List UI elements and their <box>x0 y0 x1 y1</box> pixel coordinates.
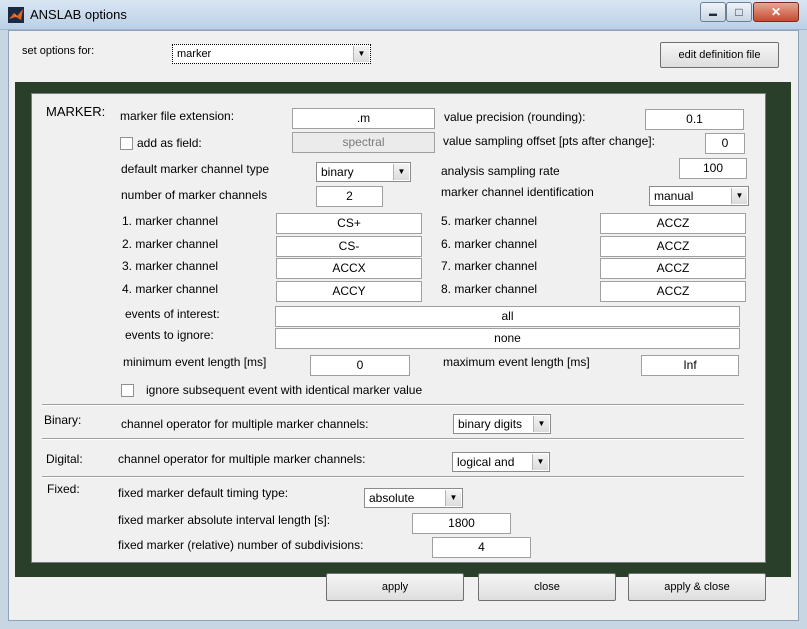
marker-file-extension-label: marker file extension: <box>120 109 235 123</box>
maximum-event-length-input[interactable]: Inf <box>641 355 739 376</box>
fixed-section-label: Fixed: <box>47 482 80 496</box>
chevron-down-icon: ▼ <box>393 164 409 180</box>
binary-operator-value: binary digits <box>458 417 523 431</box>
set-options-label: set options for: <box>22 45 95 57</box>
close-window-button[interactable]: ✕ <box>753 2 799 22</box>
ignore-subsequent-checkbox[interactable] <box>121 384 134 397</box>
marker-section-label: MARKER: <box>46 104 106 119</box>
marker-channel-1-input[interactable]: CS+ <box>276 213 422 234</box>
marker-channel-6-label: 6. marker channel <box>441 237 538 251</box>
section-divider <box>42 404 744 406</box>
number-of-marker-channels-label: number of marker channels <box>121 188 268 202</box>
chevron-down-icon: ▼ <box>533 416 549 432</box>
value-sampling-offset-input[interactable]: 0 <box>705 133 745 154</box>
digital-operator-label: channel operator for multiple marker cha… <box>118 452 366 466</box>
fixed-timing-type-label: fixed marker default timing type: <box>118 486 289 500</box>
chevron-down-icon: ▼ <box>532 454 548 470</box>
fixed-timing-type-value: absolute <box>369 491 415 505</box>
digital-operator-dropdown[interactable]: logical and ▼ <box>452 452 550 472</box>
chevron-down-icon: ▼ <box>353 46 369 62</box>
fixed-interval-length-input[interactable]: 1800 <box>412 513 511 534</box>
fixed-interval-length-label: fixed marker absolute interval length [s… <box>118 513 331 527</box>
chevron-down-icon: ▼ <box>445 490 461 506</box>
add-as-field-checkbox[interactable] <box>120 137 133 150</box>
marker-channel-3-input[interactable]: ACCX <box>276 258 422 279</box>
marker-channel-2-label: 2. marker channel <box>122 237 219 251</box>
section-divider <box>42 476 744 478</box>
matlab-logo-icon <box>8 7 24 23</box>
binary-operator-dropdown[interactable]: binary digits ▼ <box>453 414 551 434</box>
minimum-event-length-label: minimum event length [ms] <box>123 355 267 369</box>
section-divider <box>42 438 744 440</box>
value-precision-label: value precision (rounding): <box>444 110 586 124</box>
marker-channel-6-input[interactable]: ACCZ <box>600 236 746 257</box>
marker-channel-8-input[interactable]: ACCZ <box>600 281 746 302</box>
close-icon: ✕ <box>770 5 782 19</box>
default-marker-channel-type-value: binary <box>321 165 354 179</box>
number-of-marker-channels-input[interactable]: 2 <box>316 186 383 207</box>
minimize-icon: ▬ <box>709 9 717 18</box>
apply-button[interactable]: apply <box>326 573 464 601</box>
events-of-interest-input[interactable]: all <box>275 306 740 327</box>
value-sampling-offset-label: value sampling offset [pts after change]… <box>443 134 655 148</box>
marker-channel-4-label: 4. marker channel <box>122 282 219 296</box>
default-marker-channel-type-label: default marker channel type <box>121 162 270 176</box>
analysis-sampling-rate-label: analysis sampling rate <box>441 164 560 178</box>
marker-file-extension-input[interactable]: .m <box>292 108 435 129</box>
window-title: ANSLAB options <box>30 7 127 22</box>
ignore-subsequent-label: ignore subsequent event with identical m… <box>146 383 423 397</box>
marker-channel-8-label: 8. marker channel <box>441 282 538 296</box>
edit-definition-file-button[interactable]: edit definition file <box>660 42 779 68</box>
close-button[interactable]: close <box>478 573 616 601</box>
marker-channel-identification-dropdown[interactable]: manual ▼ <box>649 186 749 206</box>
chevron-down-icon: ▼ <box>731 188 747 204</box>
maximize-icon: □ <box>735 5 743 19</box>
marker-channel-3-label: 3. marker channel <box>122 259 219 273</box>
marker-channel-5-input[interactable]: ACCZ <box>600 213 746 234</box>
events-to-ignore-input[interactable]: none <box>275 328 740 349</box>
value-precision-input[interactable]: 0.1 <box>645 109 744 130</box>
minimize-button[interactable]: ▬ <box>700 2 726 22</box>
default-marker-channel-type-dropdown[interactable]: binary ▼ <box>316 162 411 182</box>
marker-channel-1-label: 1. marker channel <box>122 214 219 228</box>
maximum-event-length-label: maximum event length [ms] <box>443 355 590 369</box>
marker-channel-4-input[interactable]: ACCY <box>276 281 422 302</box>
add-as-field-input: spectral <box>292 132 435 153</box>
analysis-sampling-rate-input[interactable]: 100 <box>679 158 747 179</box>
title-bar: ANSLAB options ▬ □ ✕ <box>0 0 807 30</box>
binary-operator-label: channel operator for multiple marker cha… <box>121 417 369 431</box>
apply-and-close-button[interactable]: apply & close <box>628 573 766 601</box>
minimum-event-length-input[interactable]: 0 <box>310 355 410 376</box>
events-to-ignore-label: events to ignore: <box>125 328 214 342</box>
marker-channel-7-input[interactable]: ACCZ <box>600 258 746 279</box>
fixed-subdivisions-label: fixed marker (relative) number of subdiv… <box>118 538 364 552</box>
binary-section-label: Binary: <box>44 413 82 427</box>
events-of-interest-label: events of interest: <box>125 307 220 321</box>
set-options-dropdown[interactable]: marker ▼ <box>172 44 371 64</box>
digital-operator-value: logical and <box>457 455 515 469</box>
add-as-field-label: add as field: <box>137 136 202 150</box>
marker-channel-2-input[interactable]: CS- <box>276 236 422 257</box>
set-options-value: marker <box>177 48 212 60</box>
marker-channel-identification-label: marker channel identification <box>441 185 594 199</box>
digital-section-label: Digital: <box>46 452 83 466</box>
fixed-timing-type-dropdown[interactable]: absolute ▼ <box>364 488 463 508</box>
marker-channel-7-label: 7. marker channel <box>441 259 538 273</box>
marker-channel-5-label: 5. marker channel <box>441 214 538 228</box>
fixed-subdivisions-input[interactable]: 4 <box>432 537 531 558</box>
marker-channel-identification-value: manual <box>654 189 694 203</box>
maximize-button[interactable]: □ <box>726 2 752 22</box>
